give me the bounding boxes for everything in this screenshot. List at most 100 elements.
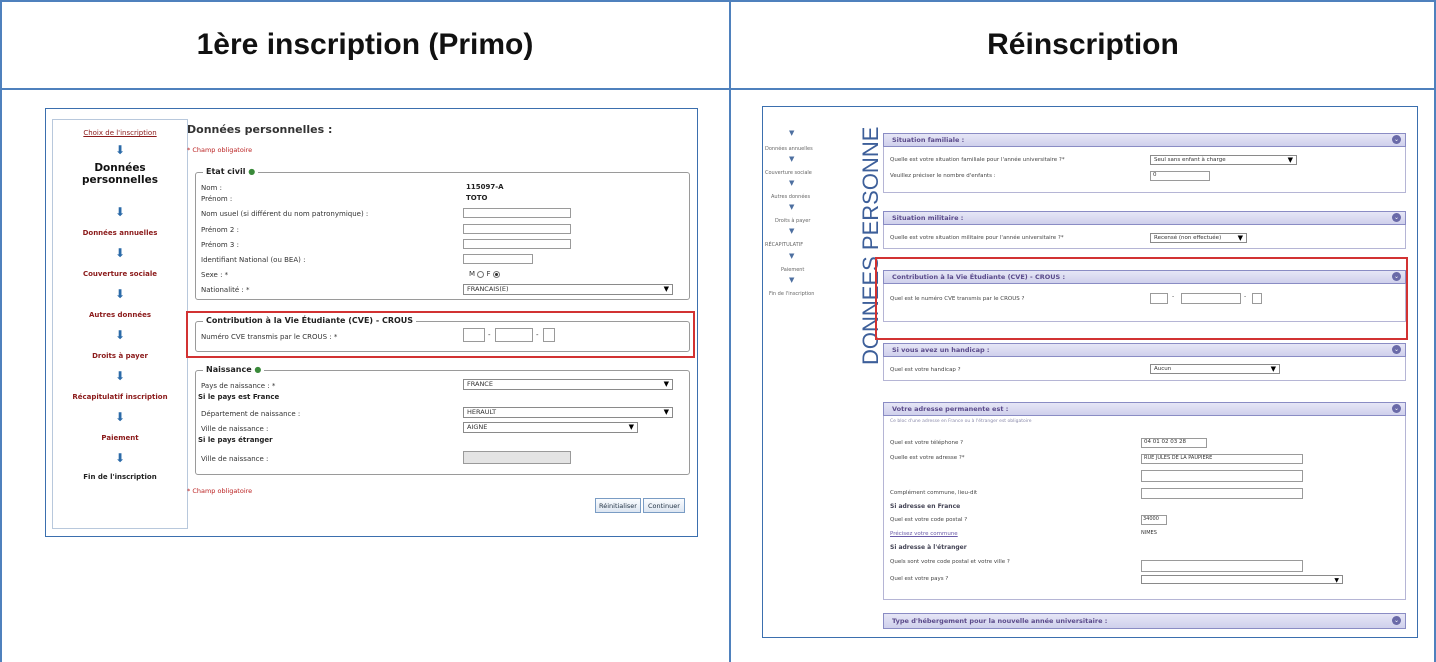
pays-label: Quel est votre pays ?: [890, 576, 949, 582]
situation-familiale-select[interactable]: Seul sans enfant à charge ▼: [1150, 155, 1297, 165]
side-step-paiement: Paiement: [781, 267, 805, 273]
sexe-f-label: F: [486, 270, 491, 278]
complement-input[interactable]: [1141, 488, 1303, 499]
reset-button[interactable]: Réinitialiser: [595, 498, 641, 513]
sexe-radios: M F: [469, 270, 500, 278]
chevron-down-icon: ⌄: [1392, 135, 1401, 144]
down-arrow-icon: ▼: [789, 179, 795, 187]
ine-input[interactable]: [463, 254, 533, 264]
chevron-down-icon: ⌄: [1392, 404, 1401, 413]
ville-label: Ville de naissance :: [201, 425, 269, 433]
ville-etranger-input[interactable]: [463, 451, 571, 464]
situation-familiale-question: Quelle est votre situation familiale pou…: [890, 157, 1065, 163]
commune-link[interactable]: Précisez votre commune: [890, 531, 958, 537]
down-arrow-icon: ▼: [789, 276, 795, 284]
footer-required-note: * Champ obligatoire: [187, 487, 253, 495]
cp-ville-label: Quels sont votre code postal et votre vi…: [890, 559, 1010, 565]
handicap-question: Quel est votre handicap ?: [890, 367, 961, 373]
cp-ville-input[interactable]: [1141, 560, 1303, 572]
hebergement-header[interactable]: Type d'hébergement pour la nouvelle anné…: [883, 613, 1406, 629]
complement-label: Complément commune, lieu-dit: [890, 490, 978, 496]
pays-select[interactable]: FRANCE ▼: [463, 379, 673, 390]
chevron-down-icon: ⌄: [1392, 213, 1401, 222]
down-arrow-icon: ▼: [789, 129, 795, 137]
handicap-select[interactable]: Aucun ▼: [1150, 364, 1280, 374]
side-step-droits-a-payer: Droits à payer: [775, 218, 811, 224]
table-border-left: [0, 0, 2, 662]
down-arrow-icon: ⬇: [115, 451, 126, 465]
reinscription-column-title: Réinscription: [987, 27, 1179, 61]
pays-label: Pays de naissance : *: [201, 382, 276, 390]
pays-select[interactable]: ▼: [1141, 575, 1343, 584]
ine-label: Identifiant National (ou BEA) :: [201, 256, 306, 264]
primo-screenshot: Choix de l'inscription ⬇ Données personn…: [45, 108, 698, 537]
nationalite-select[interactable]: FRANCAIS(E) ▼: [463, 284, 673, 295]
dropdown-arrow-icon: ▼: [1334, 577, 1339, 584]
continue-button[interactable]: Continuer: [643, 498, 685, 513]
prenom2-label: Prénom 2 :: [201, 226, 239, 234]
adresse-line2-input[interactable]: [1141, 470, 1303, 482]
situation-militaire-select[interactable]: Recensé (non effectuée) ▼: [1150, 233, 1247, 243]
dropdown-arrow-icon: ▼: [663, 408, 669, 416]
prenom3-label: Prénom 3 :: [201, 241, 239, 249]
departement-select[interactable]: HERAULT ▼: [463, 407, 673, 418]
step-couverture-sociale: Couverture sociale: [82, 270, 158, 278]
commune-value: NIMES: [1141, 530, 1157, 536]
naissance-legend: Naissance ●: [203, 365, 265, 374]
sexe-label: Sexe : *: [201, 271, 229, 279]
etat-civil-fieldset: [195, 172, 690, 300]
step-paiement: Paiement: [101, 434, 139, 442]
side-step-couverture-sociale: Couverture sociale: [765, 170, 812, 176]
departement-label: Département de naissance :: [201, 410, 301, 418]
situation-militaire-header[interactable]: Situation militaire : ⌄: [883, 211, 1406, 225]
dropdown-arrow-icon: ▼: [1237, 234, 1243, 242]
adresse-input[interactable]: RUE JULES DE LA PAUPIERE: [1141, 454, 1303, 464]
down-arrow-icon: ⬇: [115, 410, 126, 424]
table-column-divider: [729, 0, 731, 662]
step-choix[interactable]: Choix de l'inscription: [52, 129, 188, 137]
prenom3-input[interactable]: [463, 239, 571, 249]
telephone-input[interactable]: 04 01 02 03 28: [1141, 438, 1207, 448]
side-step-recapitulatif: RÉCAPITULATIF: [765, 242, 804, 248]
nombre-enfants-label: Veuillez préciser le nombre d'enfants :: [890, 173, 996, 179]
step-droits-a-payer: Droits à payer: [92, 352, 148, 360]
dropdown-arrow-icon: ▼: [628, 423, 634, 431]
nom-usuel-label: Nom usuel (si différent du nom patronymi…: [201, 210, 369, 218]
sexe-m-radio[interactable]: [477, 270, 485, 278]
prenom2-input[interactable]: [463, 224, 571, 234]
info-icon: ●: [248, 167, 256, 176]
chevron-down-icon: ⌄: [1392, 616, 1401, 625]
code-postal-input[interactable]: 34000: [1141, 515, 1167, 525]
etat-civil-legend: Etat civil ●: [203, 167, 259, 176]
page-title: Données personnelles :: [187, 123, 333, 136]
ville-etranger-label: Ville de naissance :: [201, 455, 269, 463]
step-donnees-annuelles: Données annuelles: [82, 229, 158, 237]
handicap-header[interactable]: Si vous avez un handicap : ⌄: [883, 343, 1406, 357]
down-arrow-icon: ⬇: [115, 369, 126, 383]
si-etranger-heading: Si le pays étranger: [198, 436, 273, 444]
nom-usuel-input[interactable]: [463, 208, 571, 218]
step-fin-inscription: Fin de l'inscription: [83, 473, 157, 481]
down-arrow-icon: ▼: [789, 203, 795, 211]
sexe-f-radio[interactable]: [492, 270, 500, 278]
down-arrow-icon: ⬇: [115, 205, 126, 219]
down-arrow-icon: ⬇: [115, 143, 126, 157]
dropdown-arrow-icon: ▼: [663, 380, 669, 388]
down-arrow-icon: ▼: [789, 252, 795, 260]
down-arrow-icon: ▼: [789, 155, 795, 163]
nombre-enfants-input[interactable]: 0: [1150, 171, 1210, 181]
side-step-donnees-annuelles: Données annuelles: [765, 146, 813, 152]
ville-select[interactable]: AIGNE ▼: [463, 422, 638, 433]
adresse-header[interactable]: Votre adresse permanente est : ⌄: [883, 402, 1406, 416]
reinscription-screenshot: ▼ Données annuelles ▼ Couverture sociale…: [762, 106, 1418, 638]
primo-column-title: 1ère inscription (Primo): [196, 27, 534, 61]
situation-militaire-question: Quelle est votre situation militaire pou…: [890, 235, 1064, 241]
required-note: * Champ obligatoire: [187, 146, 253, 154]
nationalite-label: Nationalité : *: [201, 286, 250, 294]
nom-label: Nom :: [201, 184, 222, 192]
down-arrow-icon: ⬇: [115, 328, 126, 342]
situation-familiale-header[interactable]: Situation familiale : ⌄: [883, 133, 1406, 147]
adresse-france-heading: Si adresse en France: [890, 503, 961, 510]
cve-highlight-box: [875, 257, 1408, 340]
code-postal-label: Quel est votre code postal ?: [890, 517, 968, 523]
